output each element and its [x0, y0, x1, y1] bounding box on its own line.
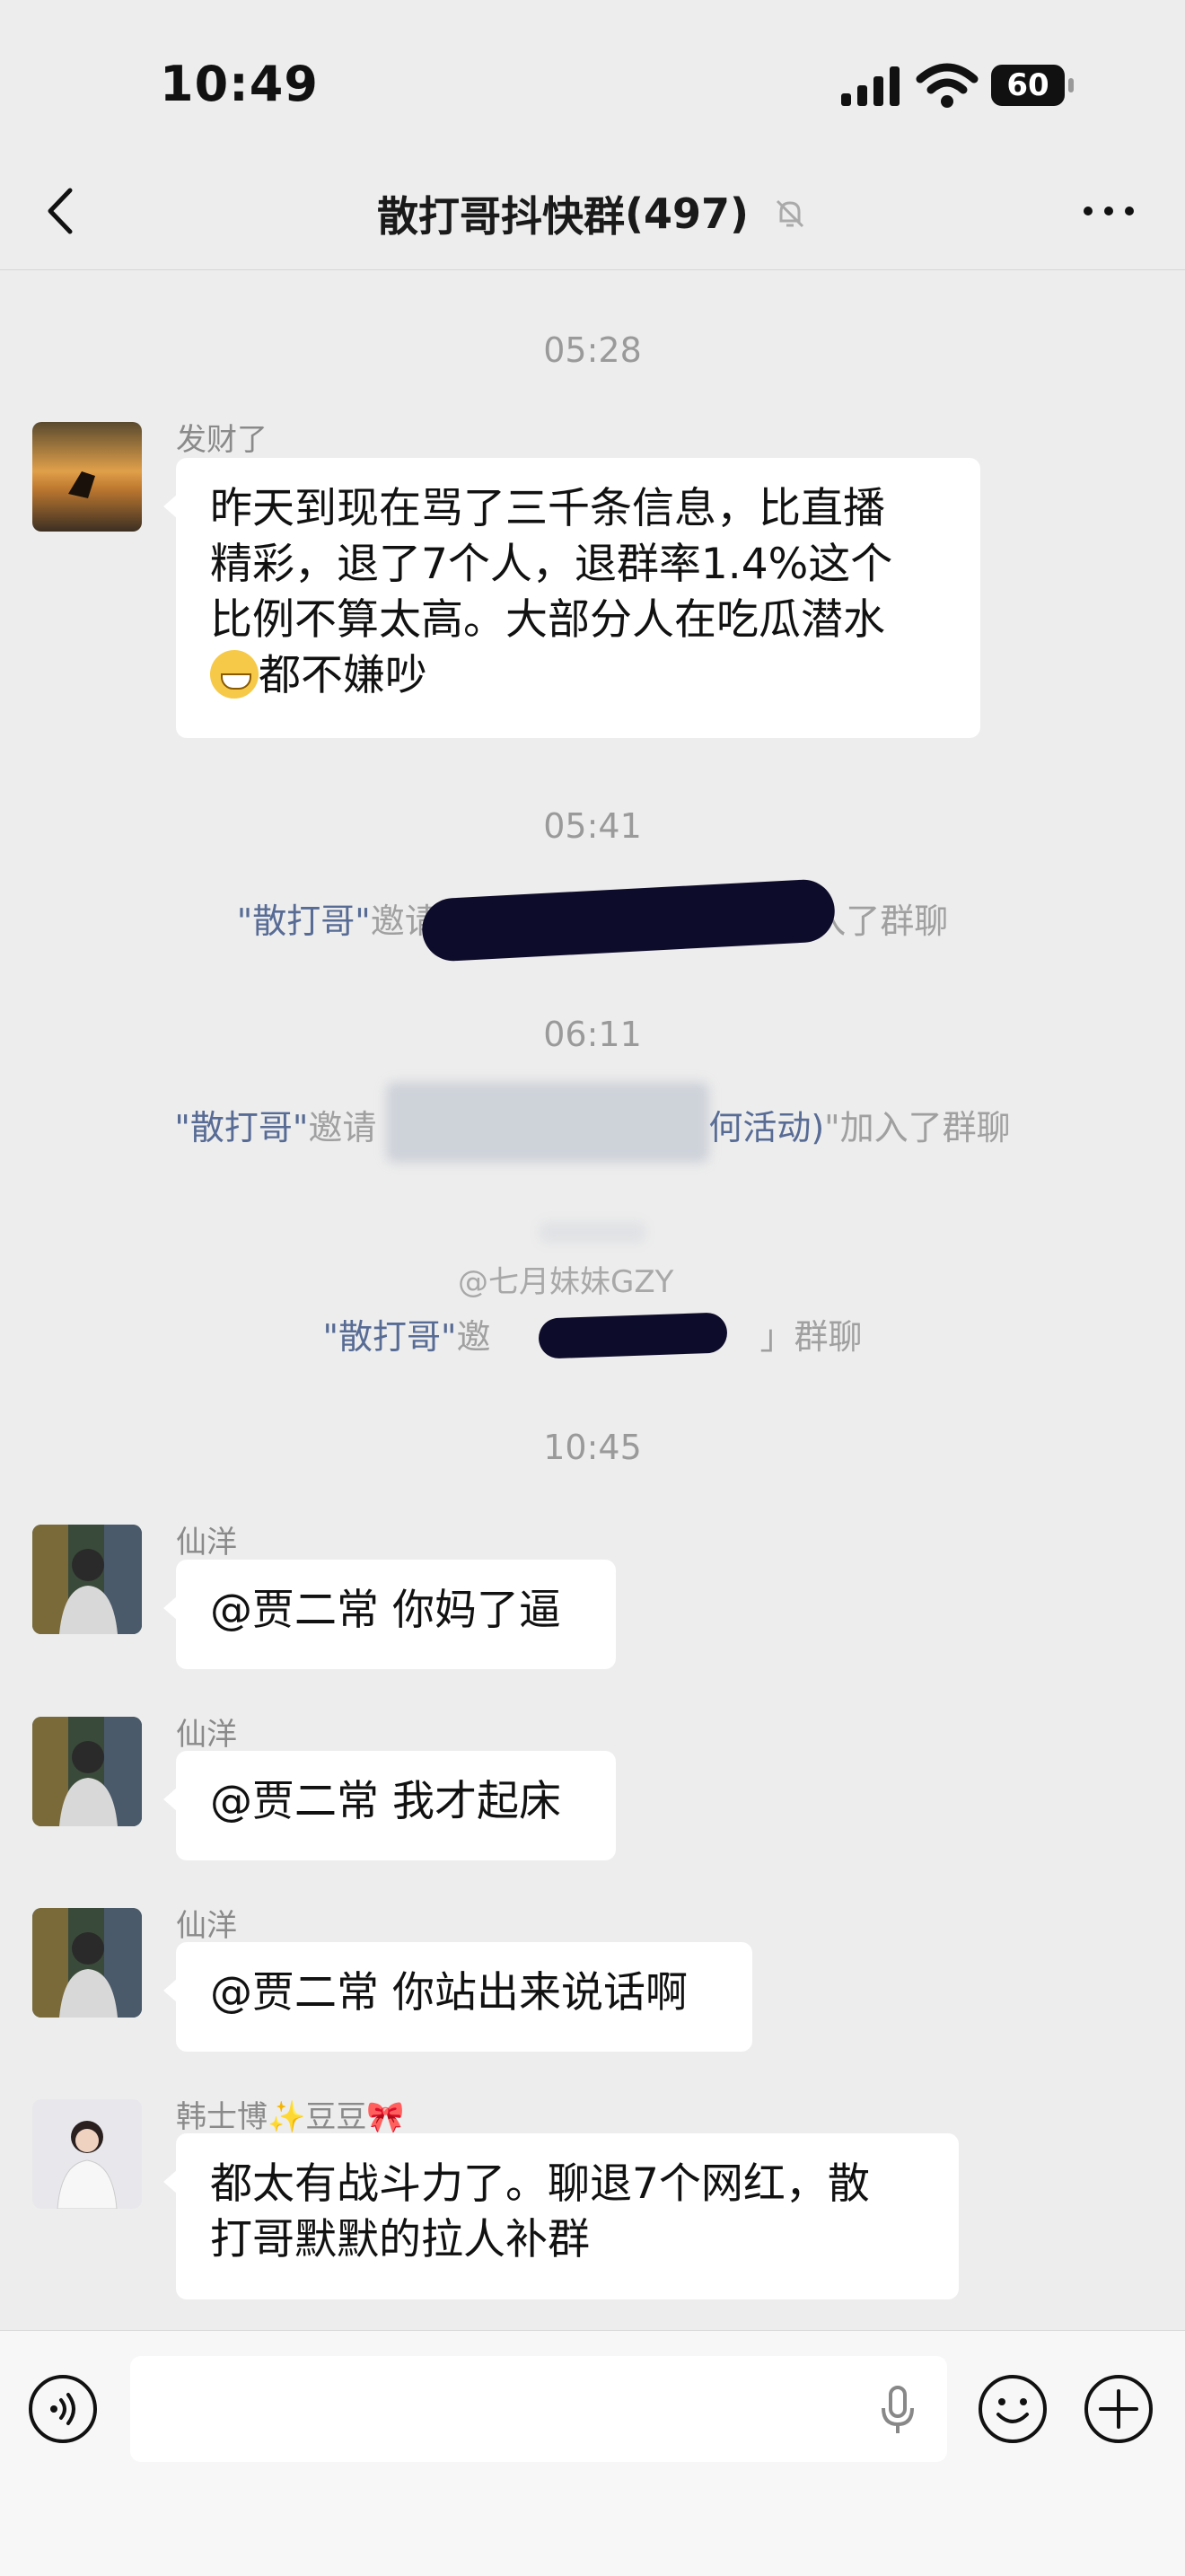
wifi-icon	[916, 63, 979, 108]
inviter-link[interactable]: "散打哥"	[237, 901, 371, 941]
avatar[interactable]	[32, 1525, 142, 1634]
emoji-icon[interactable]	[977, 2373, 1049, 2445]
sender-name: 发财了	[176, 422, 268, 458]
group-title: 散打哥抖快群(497)	[0, 184, 1185, 243]
group-name: 散打哥抖快群	[376, 192, 625, 241]
redaction-scribble	[538, 1312, 728, 1359]
message-list[interactable]: 05:28 发财了 昨天到现在骂了三千条信息，比直播 精彩，退了7个人，退群率1…	[0, 269, 1185, 2330]
battery-icon: 60	[991, 65, 1074, 106]
message-text: 精彩，退了7个人，退群率1.4%这个	[210, 540, 893, 589]
inviter-link[interactable]: "散打哥"	[174, 1108, 308, 1147]
message-text: 比例不算太高。大部分人在吃瓜潜水	[210, 595, 885, 645]
avatar[interactable]	[32, 422, 142, 532]
avatar[interactable]	[32, 1908, 142, 2018]
message-bubble[interactable]: @贾二常 我才起床	[163, 1751, 616, 1860]
message-text: @贾二常 你站出来说话啊	[210, 1968, 688, 2018]
message-text: @贾二常 我才起床	[210, 1777, 561, 1826]
timestamp: 05:28	[543, 330, 642, 370]
message-bubble[interactable]: @贾二常 你站出来说话啊	[163, 1942, 752, 2052]
add-icon[interactable]	[1083, 2373, 1154, 2445]
sender-name: 仙洋	[176, 1908, 237, 1944]
chat-header: 散打哥抖快群(497)	[0, 157, 1185, 270]
redaction-blur	[386, 1082, 709, 1163]
redaction-scribble	[420, 878, 837, 963]
timestamp: 10:45	[543, 1428, 642, 1467]
avatar[interactable]	[32, 2099, 142, 2209]
message-bubble[interactable]: 昨天到现在骂了三千条信息，比直播 精彩，退了7个人，退群率1.4%这个 比例不算…	[163, 458, 980, 738]
cellular-signal-icon	[841, 66, 900, 106]
mute-bell-icon	[776, 199, 804, 228]
avatar[interactable]	[32, 1717, 142, 1826]
inviter-link[interactable]: "散打哥"	[323, 1317, 457, 1357]
message-text: @贾二常 你妈了逼	[210, 1586, 561, 1635]
message-text: 都不嫌吵	[259, 651, 427, 700]
battery-level: 60	[991, 65, 1065, 106]
message-text: 昨天到现在骂了三千条信息，比直播	[210, 484, 885, 533]
message-text: 都太有战斗力了。聊退7个网红，散	[210, 2159, 870, 2209]
timestamp: 05:41	[543, 806, 642, 846]
microphone-icon[interactable]	[875, 2383, 920, 2437]
message-text: 打哥默默的拉人补群	[210, 2215, 590, 2264]
message-input[interactable]	[130, 2356, 947, 2462]
watermark: @七月妹妹GZY	[458, 1264, 674, 1300]
status-bar: 10:49 60	[0, 0, 1185, 157]
sender-name: 韩士博✨豆豆🎀	[176, 2099, 405, 2135]
message-bubble[interactable]: @贾二常 你妈了逼	[163, 1560, 616, 1669]
message-bubble[interactable]: 都太有战斗力了。聊退7个网红，散 打哥默默的拉人补群	[163, 2133, 959, 2299]
clock: 10:49	[160, 56, 319, 112]
timestamp: 06:11	[543, 1015, 642, 1054]
input-bar	[0, 2330, 1185, 2576]
sender-name: 仙洋	[176, 1525, 237, 1561]
more-options-icon[interactable]	[1077, 189, 1140, 233]
member-count: (497)	[624, 189, 750, 238]
voice-mode-icon[interactable]	[27, 2373, 99, 2445]
sender-name: 仙洋	[176, 1717, 237, 1753]
grinning-emoji-icon	[210, 650, 259, 699]
